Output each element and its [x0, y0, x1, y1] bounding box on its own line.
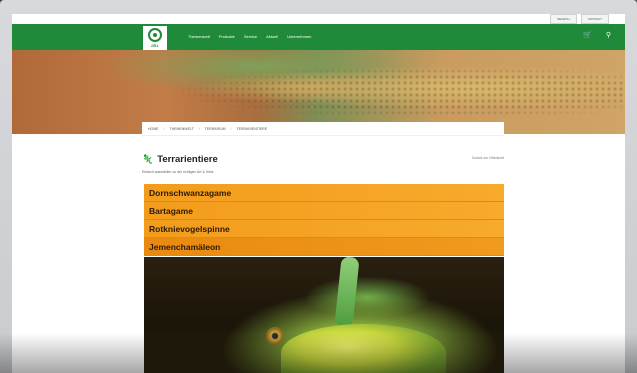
nav-item-aktuell[interactable]: Aktuell [266, 34, 278, 40]
logo-word: JBL [150, 43, 160, 48]
chameleon-eye [266, 326, 285, 345]
breadcrumb-home[interactable]: HOME [148, 127, 159, 131]
breadcrumb-separator: / [163, 126, 165, 131]
chameleon-casque [334, 256, 360, 328]
breadcrumb-terrarientiere: TERRARIENTIERE [236, 126, 268, 131]
jbl-logo[interactable]: JBL [142, 25, 168, 51]
animal-list: Dornschwanzagame Bartagame Rotknievogels… [144, 184, 504, 256]
main-nav: Themenwelt Produkte Service Aktuell Unte… [188, 34, 311, 40]
breadcrumb: HOME / THEMENWELT / TERRARIUM / TERRARIE… [142, 122, 504, 136]
breadcrumb-terrarium[interactable]: TERRARIUM [205, 127, 226, 131]
nav-item-service[interactable]: Service [244, 34, 257, 40]
animal-item-jemenchamaeleon[interactable]: Jemenchamäleon [144, 238, 504, 256]
breadcrumb-themenwelt[interactable]: THEMENWELT [169, 127, 193, 131]
search-icon[interactable]: ⚲ [606, 32, 611, 40]
breadcrumb-separator: / [198, 126, 200, 131]
nav-item-produkte[interactable]: Produkte [219, 34, 235, 40]
header-icons: 🛒 ⚲ [583, 32, 611, 40]
browser-screen: SEARCH CONTACT JBL Themenwelt Produkte S… [12, 14, 625, 373]
lizard-icon: 🦎 [142, 154, 154, 164]
nav-item-unternehmen[interactable]: Unternehmen [287, 34, 311, 40]
nav-item-themenwelt[interactable]: Themenwelt [188, 34, 210, 40]
logo-emblem-icon [148, 28, 162, 42]
page-title-row: 🦎 Terrarientiere Zurück zur Übersicht [142, 152, 504, 166]
back-to-overview-link[interactable]: Zurück zur Übersicht [472, 156, 504, 160]
contact-top-button[interactable]: CONTACT [580, 14, 609, 24]
page-subtitle: Einfach auswählen zu der richtigen Art &… [142, 170, 214, 174]
cart-icon[interactable]: 🛒 [583, 32, 592, 40]
animal-item-dornschwanzagame[interactable]: Dornschwanzagame [144, 184, 504, 202]
utility-bar: SEARCH CONTACT [550, 14, 609, 24]
breadcrumb-separator: / [230, 126, 232, 131]
site-header: JBL Themenwelt Produkte Service Aktuell … [12, 24, 625, 51]
animal-item-bartagame[interactable]: Bartagame [144, 202, 504, 220]
chameleon-body [280, 324, 447, 373]
animal-item-rotknievogelspinne[interactable]: Rotknievogelspinne [144, 220, 504, 238]
chameleon-photo [144, 256, 504, 373]
page-title: Terrarientiere [157, 153, 218, 165]
search-top-button[interactable]: SEARCH [550, 14, 577, 24]
